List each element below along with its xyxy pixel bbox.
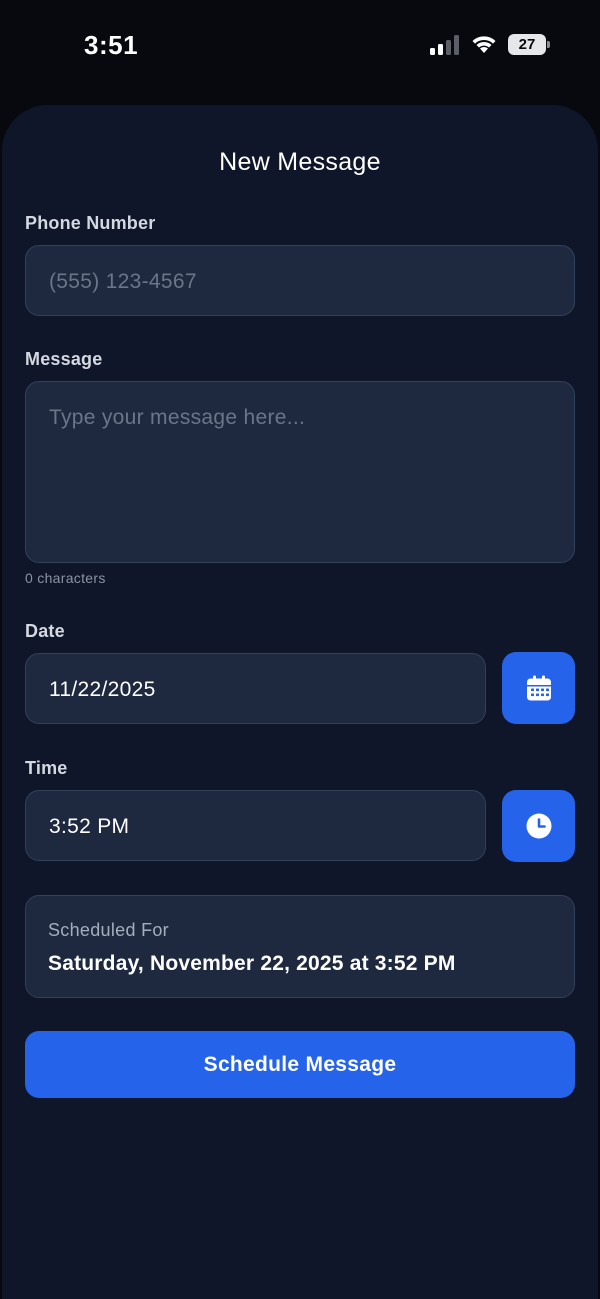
time-input[interactable]: 3:52 PM (25, 790, 486, 861)
time-value: 3:52 PM (49, 815, 130, 838)
date-value: 11/22/2025 (49, 678, 156, 701)
character-count: 0 characters (25, 570, 106, 586)
phone-number-input[interactable]: (555) 123-4567 (25, 245, 575, 316)
date-picker-button[interactable] (502, 652, 575, 724)
battery-body: 27 (508, 34, 546, 55)
calendar-icon (526, 675, 551, 701)
battery-icon: 27 (508, 34, 550, 55)
battery-level: 27 (518, 36, 536, 53)
signal-icon (430, 35, 459, 55)
message-placeholder: Type your message here... (49, 406, 306, 429)
clock-icon (526, 813, 551, 839)
date-label: Date (25, 621, 65, 641)
battery-cap (547, 41, 550, 48)
scheduled-for-value: Saturday, November 22, 2025 at 3:52 PM (48, 952, 456, 975)
page-title: New Message (219, 148, 381, 176)
time-picker-button[interactable] (502, 790, 575, 862)
status-bar: 3:51 27 (0, 0, 600, 90)
message-label: Message (25, 349, 103, 369)
scheduled-for-label: Scheduled For (48, 920, 169, 940)
status-time: 3:51 (84, 30, 139, 60)
wifi-icon (472, 36, 496, 53)
schedule-message-button[interactable]: Schedule Message (25, 1031, 575, 1098)
phone-number-label: Phone Number (25, 213, 156, 233)
phone-number-placeholder: (555) 123-4567 (49, 270, 197, 293)
message-textarea[interactable]: Type your message here... (25, 381, 575, 563)
time-label: Time (25, 758, 68, 778)
date-input[interactable]: 11/22/2025 (25, 653, 486, 724)
scheduled-summary-card: Scheduled For Saturday, November 22, 202… (25, 895, 575, 998)
